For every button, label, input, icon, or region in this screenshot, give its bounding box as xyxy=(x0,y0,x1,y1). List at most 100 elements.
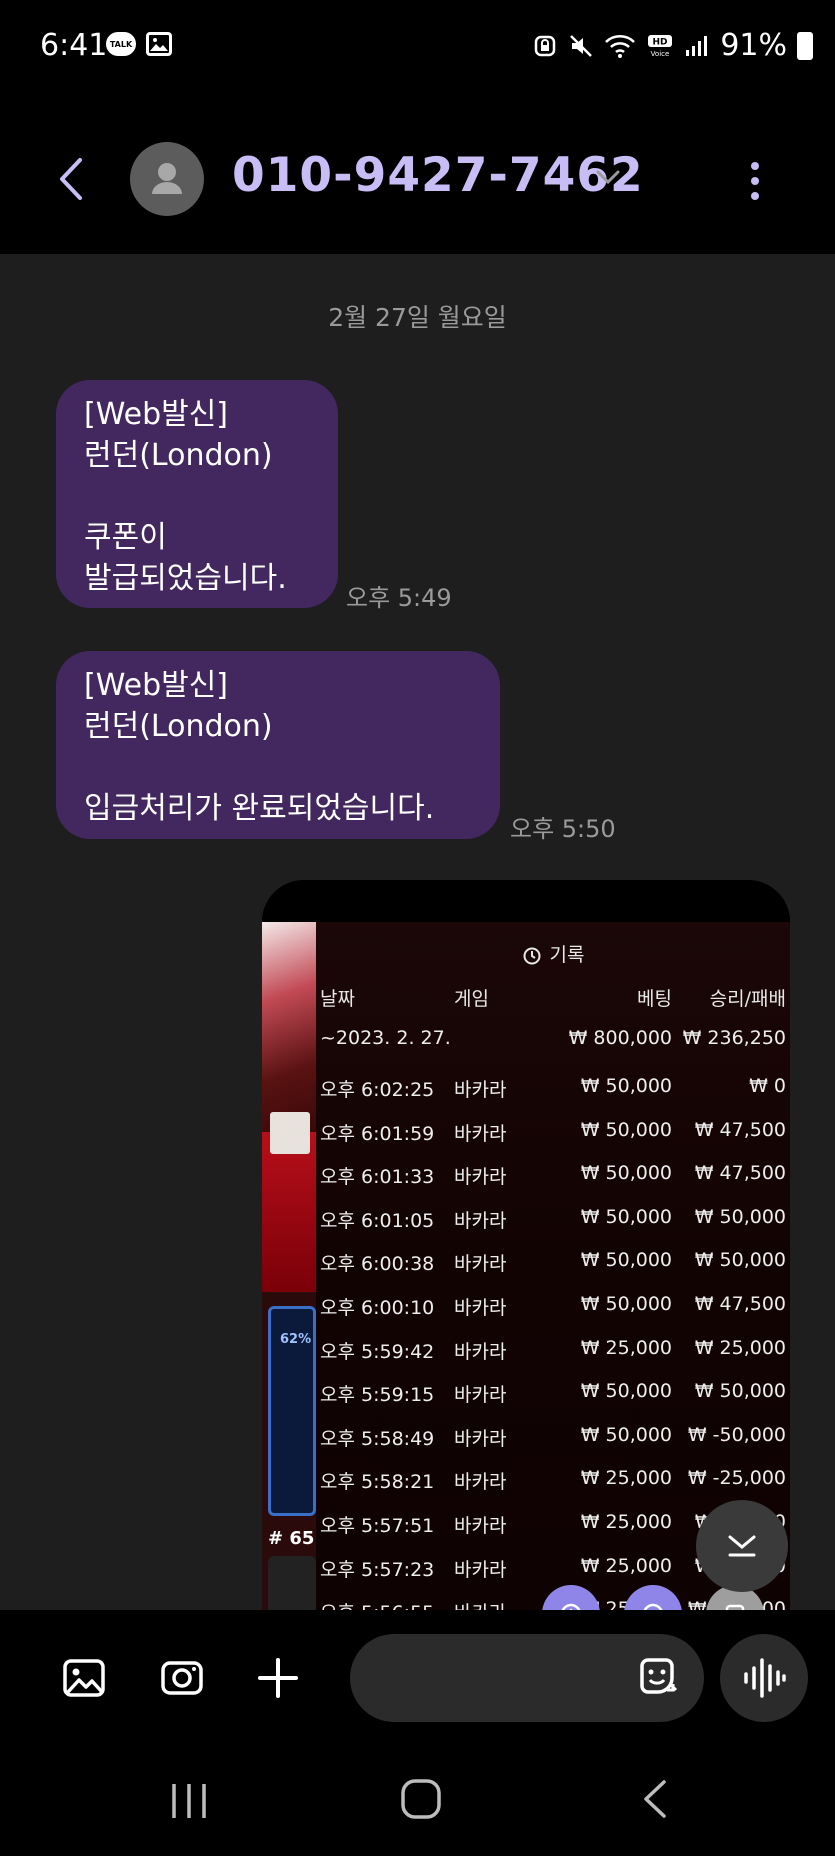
image-blossom-art xyxy=(262,922,316,1132)
row-bet: ₩ 50,000 xyxy=(580,1205,672,1228)
history-row: 오후 5:58:21 바카라 ₩ 25,000 ₩ -25,000 xyxy=(316,1467,790,1497)
mute-icon xyxy=(570,34,593,57)
message-input[interactable] xyxy=(350,1634,704,1722)
row-time: 오후 5:59:15 xyxy=(320,1384,435,1407)
back-button[interactable] xyxy=(52,154,92,204)
row-game: 바카라 xyxy=(454,1122,507,1145)
kakaotalk-notification-icon: TALK xyxy=(106,32,136,56)
row-result: ₩ -25,000 xyxy=(687,1467,786,1490)
image-game-panel: 62% # 65 xyxy=(262,922,316,1610)
row-time: 오후 5:59:42 xyxy=(320,1340,435,1363)
row-time: 오후 5:58:21 xyxy=(320,1471,435,1494)
sticker-button[interactable] xyxy=(634,1654,680,1700)
row-game: 바카라 xyxy=(454,1515,507,1537)
notification-icons: TALK xyxy=(106,32,172,56)
history-row: 오후 5:59:15 바카라 ₩ 50,000 ₩ 50,000 xyxy=(316,1380,790,1410)
row-game: 바카라 xyxy=(454,1297,507,1319)
row-bet: ₩ 50,000 xyxy=(580,1293,672,1315)
image-card-deck xyxy=(270,1112,310,1154)
home-button[interactable] xyxy=(398,1776,444,1822)
back-nav-button[interactable] xyxy=(636,1776,676,1822)
message-time: 오후 5:50 xyxy=(510,815,616,843)
svg-text:Voice: Voice xyxy=(651,50,670,58)
row-time: 오후 6:00:38 xyxy=(320,1253,435,1276)
hd-voice-icon: HD Voice xyxy=(648,34,673,58)
history-row: 오후 5:59:42 바카라 ₩ 25,000 ₩ 25,000 xyxy=(316,1337,790,1367)
rotate-icon xyxy=(561,1603,581,1610)
status-bar: 6:41 TALK HD Voice 91% xyxy=(0,0,835,96)
row-game: 바카라 xyxy=(454,1558,507,1581)
row-result: ₩ 0 xyxy=(749,1075,786,1097)
date-separator: 2월 27일 월요일 xyxy=(328,303,507,332)
row-game: 바카라 xyxy=(454,1079,507,1101)
row-game: 바카라 xyxy=(454,1253,507,1276)
row-result: ₩ 50,000 xyxy=(694,1205,786,1228)
row-bet: ₩ 50,000 xyxy=(580,1249,672,1272)
waveform-icon xyxy=(744,1658,786,1698)
image-round-number: # 65 xyxy=(268,1528,315,1549)
scroll-to-bottom-button[interactable] xyxy=(696,1500,788,1592)
history-row: 오후 6:01:05 바카라 ₩ 50,000 ₩ 50,000 xyxy=(316,1206,790,1236)
row-bet: ₩ 50,000 xyxy=(580,1075,672,1097)
camera-button[interactable] xyxy=(158,1654,206,1702)
replay-icon xyxy=(643,1603,663,1610)
signal-icon xyxy=(686,35,708,56)
row-bet: ₩ 25,000 xyxy=(580,1467,672,1490)
row-time: 오후 5:57:51 xyxy=(320,1515,435,1537)
row-bet: ₩ 50,000 xyxy=(580,1162,672,1185)
image-top-bar xyxy=(262,880,790,922)
system-navigation-bar xyxy=(0,1746,835,1856)
col-game: 게임 xyxy=(454,988,489,1010)
row-bet: ₩ 25,000 xyxy=(580,1511,672,1533)
row-game: 바카라 xyxy=(454,1598,506,1610)
row-result: ₩ 47,500 xyxy=(694,1162,786,1185)
history-total-row: ~2023. 2. 27. ₩ 800,000 ₩ 236,250 xyxy=(316,1027,790,1057)
row-game: 바카라 xyxy=(454,1427,507,1450)
row-game: 바카라 xyxy=(454,1209,507,1232)
history-header-row: 날짜 게임 베팅 승리/패배 xyxy=(316,984,790,1014)
history-row: 오후 6:00:38 바카라 ₩ 50,000 ₩ 50,000 xyxy=(316,1249,790,1279)
history-row: 오후 5:58:49 바카라 ₩ 50,000 ₩ -50,000 xyxy=(316,1424,790,1454)
row-time: 오후 6:02:25 xyxy=(320,1079,435,1101)
history-row: 오후 6:00:10 바카라 ₩ 50,000 ₩ 47,500 xyxy=(316,1293,790,1323)
row-bet: ₩ 25,000 xyxy=(580,1336,672,1359)
row-time: 오후 6:01:33 xyxy=(320,1166,435,1189)
row-game: 바카라 xyxy=(454,1166,507,1189)
compose-bar xyxy=(0,1610,835,1746)
row-time: 오후 6:01:59 xyxy=(320,1122,435,1145)
recent-apps-button[interactable] xyxy=(166,1778,212,1824)
row-game: 바카라 xyxy=(454,1384,507,1407)
history-icon xyxy=(523,947,541,964)
col-result: 승리/패배 xyxy=(709,988,786,1010)
row-bet: ₩ 50,000 xyxy=(580,1423,672,1446)
voice-record-button[interactable] xyxy=(720,1634,808,1722)
history-row: 오후 6:01:33 바카라 ₩ 50,000 ₩ 47,500 xyxy=(316,1162,790,1192)
chevron-down-icon xyxy=(728,1535,756,1557)
col-date: 날짜 xyxy=(320,988,355,1010)
message-bubble[interactable]: [Web발신] 런던(London) 입금처리가 완료되었습니다. xyxy=(56,651,500,839)
sent-image-message[interactable]: 62% # 65 기록 날짜 게임 베팅 승리/패배 ~2023. 2. 27.… xyxy=(262,880,790,1610)
row-bet: ₩ 50,000 xyxy=(580,1380,672,1403)
row-result: ₩ 50,000 xyxy=(694,1380,786,1403)
row-result: ₩ 50,000 xyxy=(694,1249,786,1272)
stop-icon xyxy=(725,1604,745,1610)
message-list[interactable]: 2월 27일 월요일 [Web발신] 런던(London) 쿠폰이 발급되었습니… xyxy=(0,254,835,1610)
message-bubble[interactable]: [Web발신] 런던(London) 쿠폰이 발급되었습니다. xyxy=(56,380,338,608)
gallery-button[interactable] xyxy=(60,1654,108,1702)
row-bet: ₩ 25,000 xyxy=(580,1554,672,1577)
total-result: ₩ 236,250 xyxy=(682,1027,786,1049)
add-attachment-button[interactable] xyxy=(254,1654,302,1702)
row-time: 오후 5:57:23 xyxy=(320,1558,435,1581)
lock-rotation-icon xyxy=(535,35,556,56)
col-bet: 베팅 xyxy=(637,988,672,1010)
chevron-down-icon[interactable] xyxy=(594,166,622,188)
more-options-button[interactable] xyxy=(740,156,770,206)
image-percent: 62% xyxy=(280,1332,312,1347)
status-time: 6:41 xyxy=(40,28,108,63)
system-icons: HD Voice 91% xyxy=(532,28,813,63)
battery-percent: 91% xyxy=(720,28,787,63)
history-title-text: 기록 xyxy=(549,944,585,966)
avatar[interactable] xyxy=(130,142,204,216)
contact-name[interactable]: 010-9427-7462 xyxy=(232,148,644,203)
gallery-notification-icon xyxy=(146,32,172,56)
